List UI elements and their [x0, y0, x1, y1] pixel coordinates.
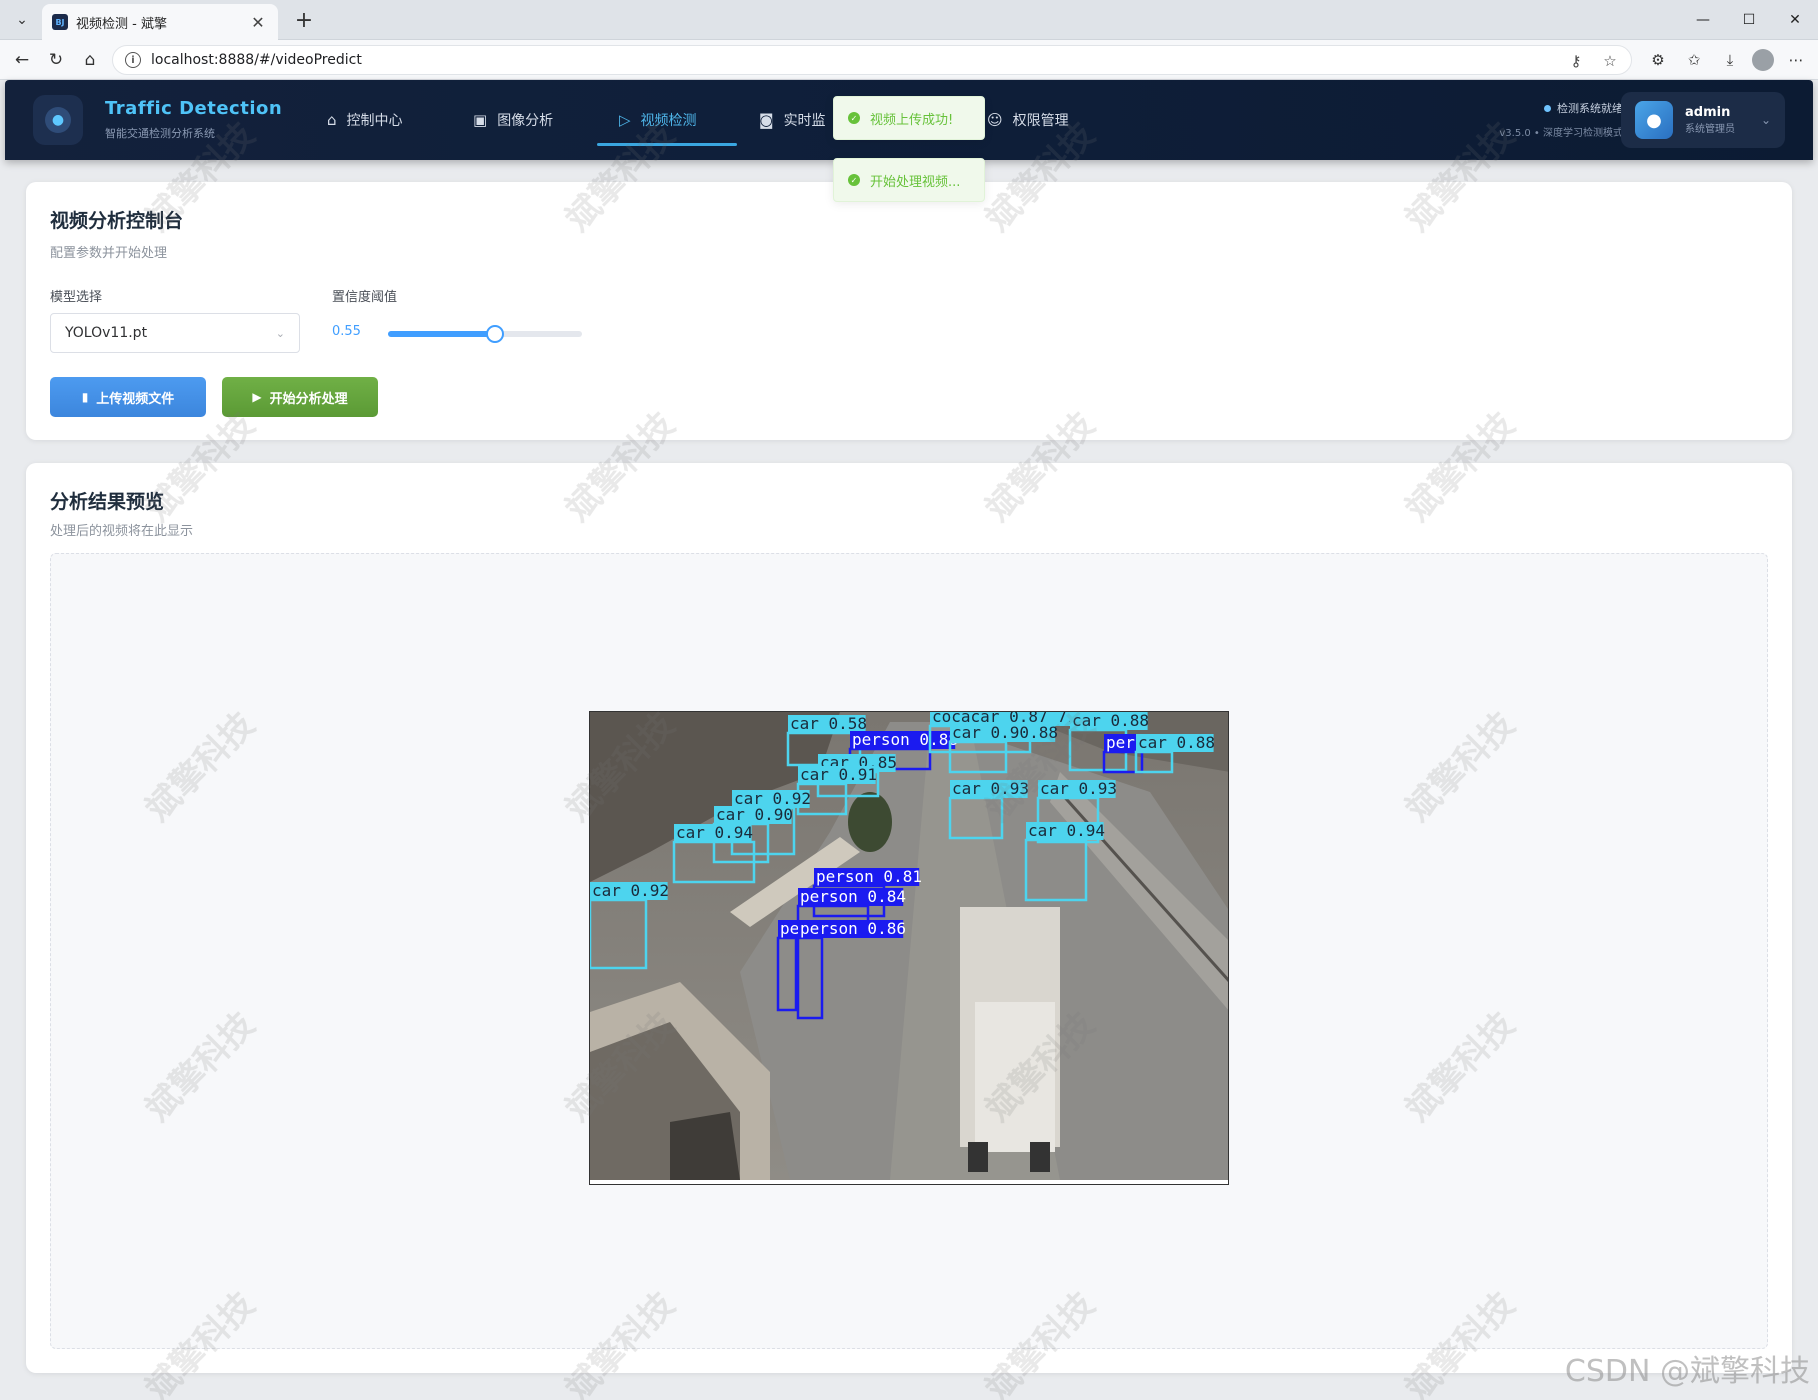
status-text: 检测系统就绪 [1557, 102, 1623, 115]
window-controls: — ☐ ✕ [1680, 0, 1818, 40]
home-browser-icon[interactable]: ⌂ [76, 46, 104, 74]
result-panel-card: 分析结果预览 处理后的视频将在此显示 car 0.58 person 0.88 … [26, 463, 1792, 1373]
star-icon[interactable]: ☆ [1595, 46, 1625, 76]
result-panel-title: 分析结果预览 [50, 491, 165, 513]
toast-upload-success: ✓ 视频上传成功! [833, 96, 985, 140]
favicon-icon: BJ [52, 14, 68, 30]
video-frame: car 0.58person 0.88cocacar 0.87 77car 0.… [590, 712, 1228, 1184]
profile-avatar-icon[interactable] [1752, 49, 1774, 71]
toast-processing: ✓ 开始处理视频... [833, 158, 985, 202]
tab-title: 视频检测 - 斌擎 [76, 16, 167, 32]
browser-tabbar: ⌄ BJ 视频检测 - 斌擎 ✕ + — ☐ ✕ [0, 0, 1818, 40]
control-panel-subtitle: 配置参数并开始处理 [50, 246, 168, 261]
reload-icon[interactable]: ↻ [42, 46, 70, 74]
start-analysis-button[interactable]: ▶ 开始分析处理 [222, 377, 378, 417]
detection-label: person 0.81 [816, 867, 922, 886]
brand-title: Traffic Detection [105, 98, 283, 119]
check-circle-icon: ✓ [848, 112, 860, 124]
detection-label: person 0.88 [852, 730, 958, 749]
version-text: v3.5.0 • 深度学习检测模式 [1499, 128, 1623, 139]
more-menu-icon[interactable]: ⋯ [1782, 46, 1810, 74]
detection-label: car 0.88 [1072, 712, 1149, 730]
site-info-icon[interactable]: i [125, 52, 141, 68]
detection-label: car 0.94 [1028, 821, 1105, 840]
new-tab-button[interactable]: + [290, 6, 318, 34]
tab-list-button[interactable]: ⌄ [8, 6, 36, 34]
detection-label: car 0.91 [800, 765, 877, 784]
nav-label: 实时监 [783, 113, 826, 129]
model-select-value: YOLOv11.pt [65, 325, 148, 341]
address-bar-row: ← ↻ ⌂ i localhost:8888/#/videoPredict ⚷ … [0, 40, 1818, 80]
browser-tab-active[interactable]: BJ 视频检测 - 斌擎 ✕ [42, 4, 278, 40]
back-icon[interactable]: ← [8, 46, 36, 74]
user-name: admin [1685, 105, 1731, 120]
url-text: localhost:8888/#/videoPredict [151, 52, 362, 68]
confidence-slider[interactable] [388, 325, 582, 343]
slider-fill [388, 331, 495, 337]
csdn-watermark: CSDN @斌擎科技 [1564, 1354, 1810, 1389]
url-field[interactable]: i localhost:8888/#/videoPredict ⚷ ☆ [112, 45, 1632, 75]
play-circle-icon: ▷ [619, 111, 631, 129]
minimize-icon[interactable]: — [1680, 0, 1726, 40]
confidence-label: 置信度阈值 [332, 290, 398, 305]
nav-label: 图像分析 [497, 113, 554, 129]
maximize-icon[interactable]: ☐ [1726, 0, 1772, 40]
nav-label: 权限管理 [1012, 113, 1069, 129]
main-nav: ⌂ 控制中心 ▣ 图像分析 ▷ 视频检测 ◙ 实时监 案 ⌄ ☺ 权限管理 [305, 80, 1115, 160]
status-dot-icon [1544, 105, 1551, 112]
brand-subtitle: 智能交通检测分析系统 [105, 127, 215, 140]
processed-video[interactable]: car 0.58 person 0.88 cocacar 0.87 77 car 0.… [589, 711, 1229, 1185]
app-logo[interactable]: ● [33, 95, 83, 145]
detection-label: car 0.93 [1040, 779, 1117, 798]
detection-label: car 0.90 [716, 805, 793, 824]
upload-video-button[interactable]: ▮ 上传视频文件 [50, 377, 206, 417]
file-icon: ▮ [81, 390, 89, 404]
model-label: 模型选择 [50, 290, 103, 305]
detection-label: car 0.92 [592, 881, 669, 900]
detection-label: person 0.86 [800, 919, 906, 938]
detection-label: pe [780, 919, 799, 938]
detection-label: car 0.93 [952, 779, 1029, 798]
nav-item-video[interactable]: ▷ 视频检测 [597, 80, 737, 160]
download-icon[interactable]: ⤓ [1716, 46, 1744, 74]
user-icon: ☺ [987, 111, 1003, 129]
camera-icon: ◙ [759, 111, 774, 129]
location-pin-icon: ● [45, 107, 71, 133]
nav-item-image[interactable]: ▣ 图像分析 [451, 80, 597, 160]
confidence-value: 0.55 [332, 324, 361, 339]
image-icon: ▣ [473, 111, 488, 129]
nav-item-dashboard[interactable]: ⌂ 控制中心 [305, 80, 451, 160]
user-role: 系统管理员 [1685, 124, 1735, 135]
extensions-icon[interactable]: ⚙ [1644, 46, 1672, 74]
detection-label: person 0.84 [800, 887, 906, 906]
detection-label: car 0.90.88 [952, 723, 1058, 742]
nav-label: 视频检测 [640, 113, 697, 129]
result-panel-subtitle: 处理后的视频将在此显示 [50, 524, 194, 539]
model-select[interactable]: YOLOv11.pt ⌄ [50, 313, 300, 353]
user-avatar-icon: ● [1635, 101, 1673, 139]
favorites-icon[interactable]: ✩ [1680, 46, 1708, 74]
video-preview-area: car 0.58 person 0.88 cocacar 0.87 77 car 0.… [50, 553, 1768, 1349]
user-menu[interactable]: ● admin 系统管理员 ⌄ [1621, 92, 1785, 148]
home-icon: ⌂ [327, 111, 337, 129]
toast-text: 开始处理视频... [870, 174, 961, 190]
check-circle-icon: ✓ [848, 174, 860, 186]
nav-item-permissions[interactable]: ☺ 权限管理 [965, 80, 1115, 160]
tab-close-icon[interactable]: ✕ [248, 13, 268, 32]
toast-text: 视频上传成功! [870, 112, 954, 128]
control-panel-card: 视频分析控制台 配置参数并开始处理 模型选择 YOLOv11.pt ⌄ 置信度阈… [26, 182, 1792, 440]
slider-thumb[interactable] [485, 325, 504, 343]
upload-button-label: 上传视频文件 [96, 391, 175, 407]
window-close-icon[interactable]: ✕ [1772, 0, 1818, 40]
play-icon: ▶ [252, 390, 262, 404]
start-button-label: 开始分析处理 [269, 391, 348, 407]
nav-label: 控制中心 [346, 113, 403, 129]
chevron-down-icon: ⌄ [275, 326, 285, 340]
detection-label: car 0.94 [676, 823, 753, 842]
chevron-down-icon: ⌄ [1760, 113, 1771, 127]
detection-label: car 0.88 [1138, 733, 1215, 752]
system-status: 检测系统就绪 v3.5.0 • 深度学习检测模式 [1499, 100, 1623, 139]
control-panel-title: 视频分析控制台 [50, 210, 184, 232]
key-icon[interactable]: ⚷ [1561, 46, 1591, 76]
